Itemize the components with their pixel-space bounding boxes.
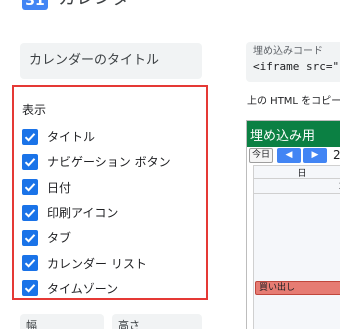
option-label: 日付 [47, 180, 72, 195]
calendar-preview: 埋め込み用 今日 ◀ ▶ 2 日 3月 1 買い出し [246, 120, 340, 329]
option-label: タブ [47, 231, 72, 246]
option-label: カレンダー リスト [47, 256, 147, 271]
checkbox-checked-icon[interactable] [22, 204, 38, 221]
preview-title: 埋め込み用 [250, 129, 316, 144]
date-range: 2 [333, 148, 340, 162]
today-button[interactable]: 今日 [249, 148, 273, 163]
option-tabs[interactable]: タブ [22, 225, 171, 250]
option-label: タイトル [47, 130, 96, 145]
option-date[interactable]: 日付 [22, 175, 171, 200]
checkbox-checked-icon[interactable] [22, 229, 38, 246]
option-print-icon[interactable]: 印刷アイコン [22, 200, 171, 225]
display-options-list: タイトル ナビゲーション ボタン 日付 印刷アイコン タブ カレンダー リスト … [22, 124, 171, 301]
chevron-left-icon[interactable]: ◀ [277, 148, 301, 163]
calendar-title-field[interactable]: カレンダーのタイトル [20, 43, 202, 79]
calendar-logo-icon: 31 [22, 0, 48, 10]
preview-toolbar: 今日 ◀ ▶ 2 [247, 147, 340, 165]
option-calendar-list[interactable]: カレンダー リスト [22, 250, 171, 275]
display-options-panel: 表示 タイトル ナビゲーション ボタン 日付 印刷アイコン タブ カレンダー リ… [12, 85, 208, 300]
chevron-right-icon[interactable]: ▶ [303, 148, 327, 163]
checkbox-checked-icon[interactable] [22, 280, 38, 297]
option-time-zone[interactable]: タイムゾーン [22, 276, 171, 301]
app-title: カレンダー [58, 0, 148, 10]
calendar-grid: 日 3月 1 [253, 165, 340, 329]
copy-hint: 上の HTML をコピー [247, 96, 340, 107]
embed-code-label: 埋め込みコード [253, 46, 323, 57]
checkbox-checked-icon[interactable] [22, 153, 38, 170]
date-header: 3月 1 [254, 179, 340, 194]
display-heading: 表示 [22, 103, 47, 117]
day-header: 日 [254, 166, 340, 179]
option-navigation-buttons[interactable]: ナビゲーション ボタン [22, 149, 171, 174]
event-chip[interactable]: 買い出し [255, 281, 340, 295]
option-label: 印刷アイコン [47, 206, 119, 221]
option-label: タイムゾーン [47, 281, 119, 296]
option-label: ナビゲーション ボタン [47, 155, 171, 170]
height-field[interactable]: 高さ [112, 314, 202, 329]
option-title[interactable]: タイトル [22, 124, 171, 149]
width-field[interactable]: 幅 [20, 314, 104, 329]
checkbox-checked-icon[interactable] [22, 255, 38, 272]
checkbox-checked-icon[interactable] [22, 179, 38, 196]
preview-header: 埋め込み用 [247, 121, 340, 147]
embed-code-value[interactable]: <iframe src="http [253, 59, 340, 75]
embed-code-field[interactable]: 埋め込みコード <iframe src="http [246, 42, 340, 82]
checkbox-checked-icon[interactable] [22, 128, 38, 145]
